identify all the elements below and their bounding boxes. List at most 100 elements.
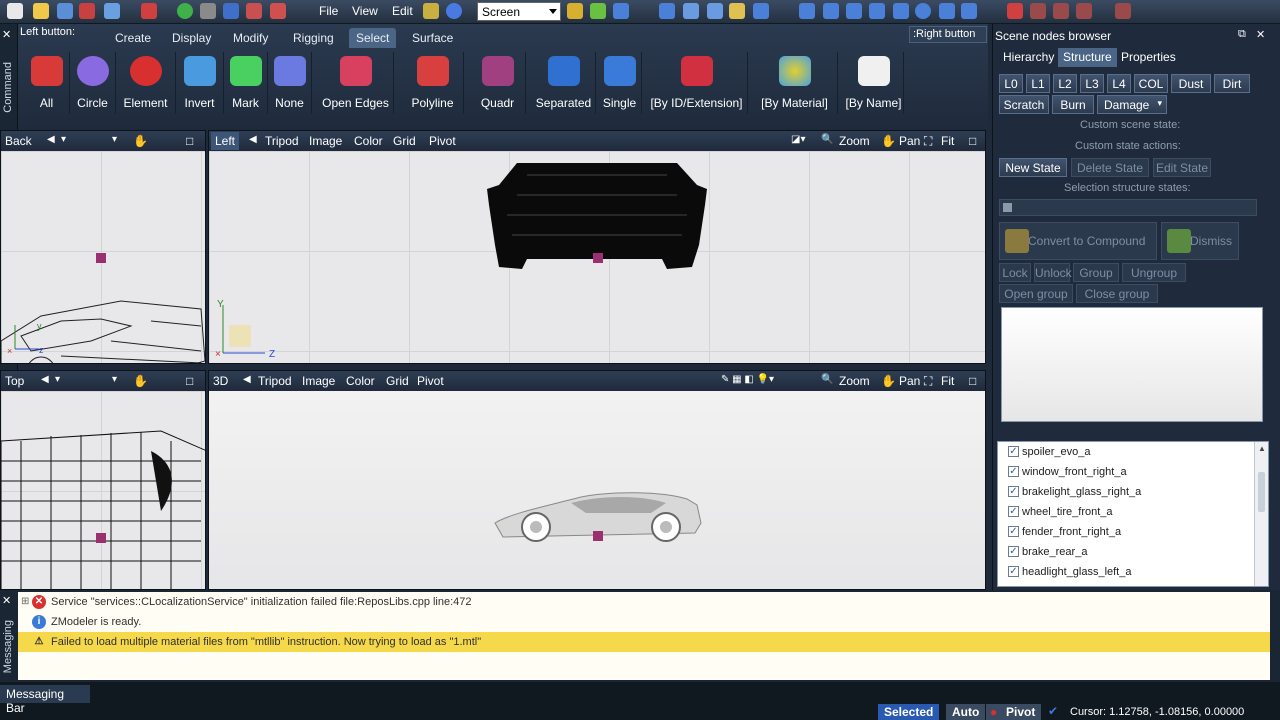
camera-icon[interactable] bbox=[939, 3, 955, 19]
render-options-icon[interactable]: ✎ ▦ ◧ 💡▾ bbox=[721, 374, 774, 385]
pan-hand-icon[interactable]: ✋ bbox=[881, 374, 896, 388]
undo-icon[interactable] bbox=[223, 3, 239, 19]
level-l4-button[interactable]: L4 bbox=[1107, 74, 1131, 93]
message-row-selected[interactable]: ⚠ Failed to load multiple material files… bbox=[18, 632, 1270, 652]
viewport-back-title[interactable]: Back bbox=[5, 134, 32, 148]
fit-icon[interactable]: ⛶ bbox=[924, 134, 932, 149]
pan-button[interactable]: Pan bbox=[899, 374, 920, 388]
selection-state-field[interactable] bbox=[999, 199, 1257, 216]
checkbox-checked[interactable]: ✓ bbox=[1008, 466, 1019, 477]
tab-display[interactable]: Display bbox=[165, 28, 218, 48]
select-mark-button[interactable]: Mark bbox=[224, 52, 268, 114]
select-element-button[interactable]: Element bbox=[116, 52, 176, 114]
align-icon[interactable] bbox=[707, 3, 723, 19]
select-quadr-button[interactable]: Quadr bbox=[470, 52, 526, 114]
pan-hand-icon[interactable]: ✋ bbox=[133, 134, 148, 148]
select-invert-button[interactable]: Invert bbox=[176, 52, 224, 114]
burn-button[interactable]: Burn bbox=[1052, 95, 1094, 114]
tool-dark4-icon[interactable] bbox=[1115, 3, 1131, 19]
chevron-left-icon[interactable]: ◀ bbox=[47, 134, 55, 145]
dirt-button[interactable]: Dirt bbox=[1214, 74, 1250, 93]
undo-red-icon[interactable] bbox=[141, 3, 157, 19]
viewport-top-title[interactable]: Top bbox=[5, 374, 24, 388]
highlight-icon[interactable] bbox=[729, 3, 745, 19]
color-toggle[interactable]: Color bbox=[346, 374, 375, 388]
fit-button[interactable]: Fit bbox=[941, 374, 954, 388]
select-by-id-button[interactable]: [By ID/Extension] bbox=[646, 52, 748, 114]
level-l0-button[interactable]: L0 bbox=[999, 74, 1023, 93]
fit-button[interactable]: Fit bbox=[941, 134, 954, 148]
tripod-toggle[interactable]: Tripod bbox=[258, 374, 292, 388]
chevron-down-icon[interactable]: ▾ bbox=[61, 134, 66, 145]
tab-hierarchy[interactable]: Hierarchy bbox=[998, 48, 1059, 67]
dock-icon[interactable]: ⧉ bbox=[1238, 28, 1246, 41]
checkbox-checked[interactable]: ✓ bbox=[1008, 506, 1019, 517]
messaging-bar-tab[interactable]: Messaging Bar bbox=[0, 685, 90, 715]
viewport-left-title[interactable]: Left bbox=[211, 132, 240, 150]
move-icon[interactable] bbox=[799, 3, 815, 19]
tab-properties[interactable]: Properties bbox=[1116, 48, 1181, 67]
color-toggle[interactable]: Color bbox=[354, 134, 383, 148]
select-single-button[interactable]: Single bbox=[598, 52, 642, 114]
maximize-icon[interactable]: □ bbox=[186, 134, 193, 148]
chevron-left-icon[interactable]: ◀ bbox=[41, 374, 49, 385]
zoom-button[interactable]: Zoom bbox=[839, 134, 870, 148]
close-group-button[interactable]: Close group bbox=[1076, 284, 1158, 303]
maximize-icon[interactable]: □ bbox=[969, 134, 976, 148]
checkbox-checked[interactable]: ✓ bbox=[1008, 486, 1019, 497]
expand-icon[interactable]: ⊞ bbox=[21, 596, 29, 607]
delete-icon[interactable] bbox=[79, 3, 95, 19]
select-by-name-button[interactable]: [By Name] bbox=[844, 52, 904, 114]
display-mode-icon[interactable] bbox=[753, 3, 769, 19]
render-icon[interactable] bbox=[961, 3, 977, 19]
select-circle-button[interactable]: Circle bbox=[70, 52, 116, 114]
globe-icon[interactable] bbox=[177, 3, 193, 19]
space-select[interactable]: Screen bbox=[477, 2, 561, 21]
tool-dark2-icon[interactable] bbox=[1053, 3, 1069, 19]
pan-button[interactable]: Pan bbox=[899, 134, 920, 148]
level-l3-button[interactable]: L3 bbox=[1080, 74, 1104, 93]
delete-state-button[interactable]: Delete State bbox=[1071, 158, 1149, 177]
select-polyline-button[interactable]: Polyline bbox=[402, 52, 464, 114]
zoom-icon[interactable]: 🔍 bbox=[821, 374, 833, 385]
chevron-left-icon[interactable]: ◀ bbox=[243, 374, 251, 385]
save-icon[interactable] bbox=[57, 3, 73, 19]
close-icon[interactable]: ✕ bbox=[1256, 28, 1265, 41]
scroll-up-icon[interactable]: ▲ bbox=[1258, 444, 1266, 453]
message-row[interactable]: i ZModeler is ready. bbox=[18, 612, 1270, 632]
mirror-icon[interactable] bbox=[683, 3, 699, 19]
settings-icon[interactable] bbox=[423, 3, 439, 19]
redo-icon[interactable] bbox=[246, 3, 262, 19]
open-folder-icon[interactable] bbox=[33, 3, 49, 19]
chevron-down-icon[interactable]: ▾ bbox=[55, 374, 60, 385]
snap-icon[interactable] bbox=[659, 3, 675, 19]
tripod-toggle[interactable]: Tripod bbox=[265, 134, 299, 148]
tab-select[interactable]: Select bbox=[349, 28, 397, 48]
chevron-left-icon[interactable]: ◀ bbox=[249, 134, 257, 145]
message-row[interactable]: ⊞ ✕ Service "services::CLocalizationServ… bbox=[18, 592, 1270, 612]
menu-view[interactable]: View bbox=[352, 4, 378, 18]
selected-mode-button[interactable]: Selected bbox=[878, 704, 940, 720]
grid-toggle[interactable]: Grid bbox=[393, 134, 416, 148]
scratch-button[interactable]: Scratch bbox=[999, 95, 1049, 114]
edit-state-button[interactable]: Edit State bbox=[1153, 158, 1211, 177]
dust-button[interactable]: Dust bbox=[1171, 74, 1211, 93]
open-group-button[interactable]: Open group bbox=[999, 284, 1073, 303]
tool-red-icon[interactable] bbox=[1007, 3, 1023, 19]
help-icon[interactable] bbox=[446, 3, 462, 19]
menu-edit[interactable]: Edit bbox=[392, 4, 413, 18]
viewport-back[interactable]: Back ◀ ▾ ▾ ✋ □ y × z bbox=[0, 130, 206, 364]
new-state-button[interactable]: New State bbox=[999, 158, 1067, 177]
image-toggle[interactable]: Image bbox=[302, 374, 335, 388]
checkbox-checked[interactable]: ✓ bbox=[1008, 526, 1019, 537]
tab-modify[interactable]: Modify bbox=[226, 28, 275, 48]
checkbox-checked[interactable]: ✓ bbox=[1008, 446, 1019, 457]
select-none-button[interactable]: None bbox=[268, 52, 312, 114]
zoom-button[interactable]: Zoom bbox=[839, 374, 870, 388]
maximize-icon[interactable]: □ bbox=[186, 374, 193, 388]
fit-icon[interactable]: ⛶ bbox=[924, 374, 932, 389]
checkbox-checked[interactable]: ✓ bbox=[1008, 566, 1019, 577]
maximize-icon[interactable]: □ bbox=[969, 374, 976, 388]
clipboard-icon[interactable] bbox=[270, 3, 286, 19]
scroll-thumb[interactable] bbox=[1258, 472, 1265, 512]
